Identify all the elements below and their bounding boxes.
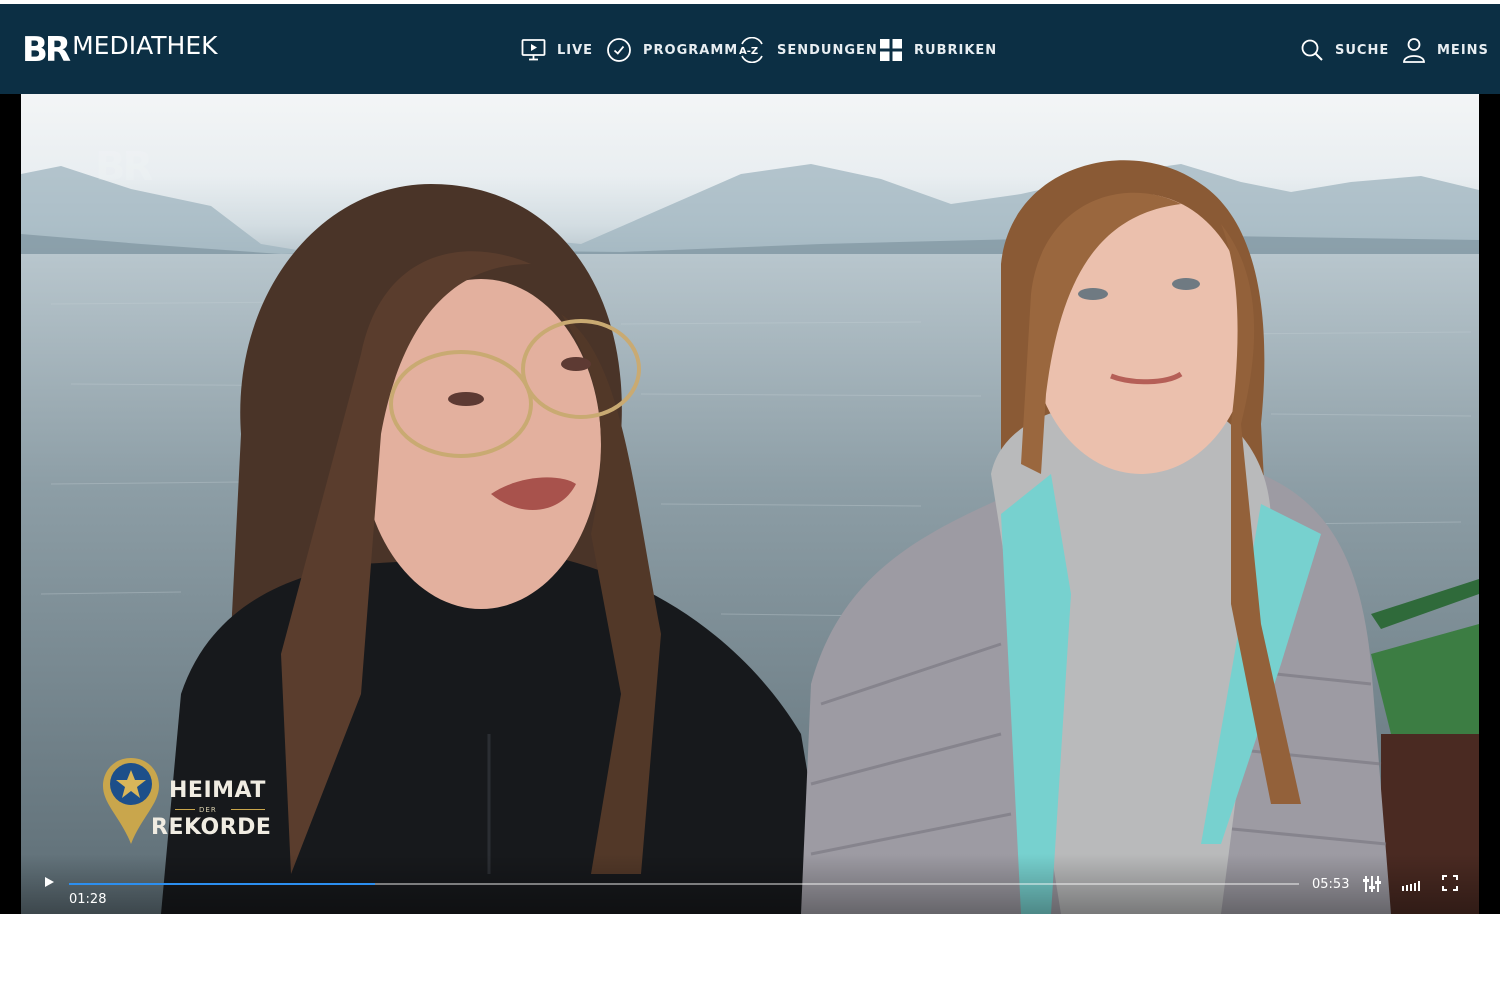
show-logo-heimat: HEIMAT: [169, 778, 266, 803]
nav-item-meins[interactable]: MEINS: [1402, 35, 1489, 65]
person-right: [801, 160, 1391, 914]
video-player[interactable]: BR HEIMAT DER REKORDE 01:28 05:53: [0, 94, 1500, 914]
top-navigation-bar: BR MEDIATHEK LIVE PROGRAMM A-Z SENDUNGEN: [0, 4, 1500, 94]
settings-sliders-icon[interactable]: [1362, 874, 1382, 894]
player-controls: 01:28 05:53: [21, 854, 1479, 914]
current-time: 01:28: [69, 892, 107, 907]
show-logo-rekorde: REKORDE: [151, 815, 272, 840]
nav-label-rubriken: RUBRIKEN: [914, 42, 998, 58]
video-frame[interactable]: BR HEIMAT DER REKORDE: [21, 94, 1479, 914]
fullscreen-icon[interactable]: [1442, 875, 1458, 891]
show-logo-rule-right: [231, 809, 265, 810]
nav-label-suche: SUCHE: [1335, 42, 1390, 58]
user-icon: [1403, 38, 1425, 63]
heimat-der-rekorde-logo: HEIMAT DER REKORDE: [101, 756, 281, 852]
br-logo-mark: BR: [22, 30, 71, 70]
mediathek-wordmark: MEDIATHEK: [72, 30, 218, 60]
grid-icon: [880, 39, 902, 61]
progress-bar[interactable]: [69, 883, 1299, 885]
a-z-icon: A-Z: [739, 37, 763, 63]
nav-item-live[interactable]: LIVE: [521, 35, 593, 65]
nav-item-rubriken[interactable]: RUBRIKEN: [879, 35, 997, 65]
show-logo-rule-left: [175, 809, 195, 810]
play-icon[interactable]: [41, 874, 57, 890]
nav-label-programm: PROGRAMM: [643, 42, 739, 58]
search-icon: [1301, 39, 1323, 61]
br-mediathek-logo[interactable]: BR MEDIATHEK: [22, 30, 218, 70]
svg-text:A-Z: A-Z: [739, 46, 758, 57]
tv-play-icon: [521, 39, 546, 61]
nav-item-suche[interactable]: SUCHE: [1300, 35, 1389, 65]
nav-label-meins: MEINS: [1437, 42, 1489, 58]
nav-item-programm[interactable]: PROGRAMM: [606, 35, 738, 65]
progress-bar-fill: [69, 883, 376, 885]
volume-icon[interactable]: [1401, 876, 1423, 892]
nav-label-live: LIVE: [557, 42, 594, 58]
br-watermark: BR: [95, 144, 153, 190]
nav-item-sendungen[interactable]: A-Z SENDUNGEN: [738, 35, 878, 65]
nav-label-sendungen: SENDUNGEN: [777, 42, 878, 58]
show-logo-der: DER: [199, 806, 217, 814]
clock-icon: [607, 38, 631, 62]
duration-time: 05:53: [1312, 877, 1350, 892]
